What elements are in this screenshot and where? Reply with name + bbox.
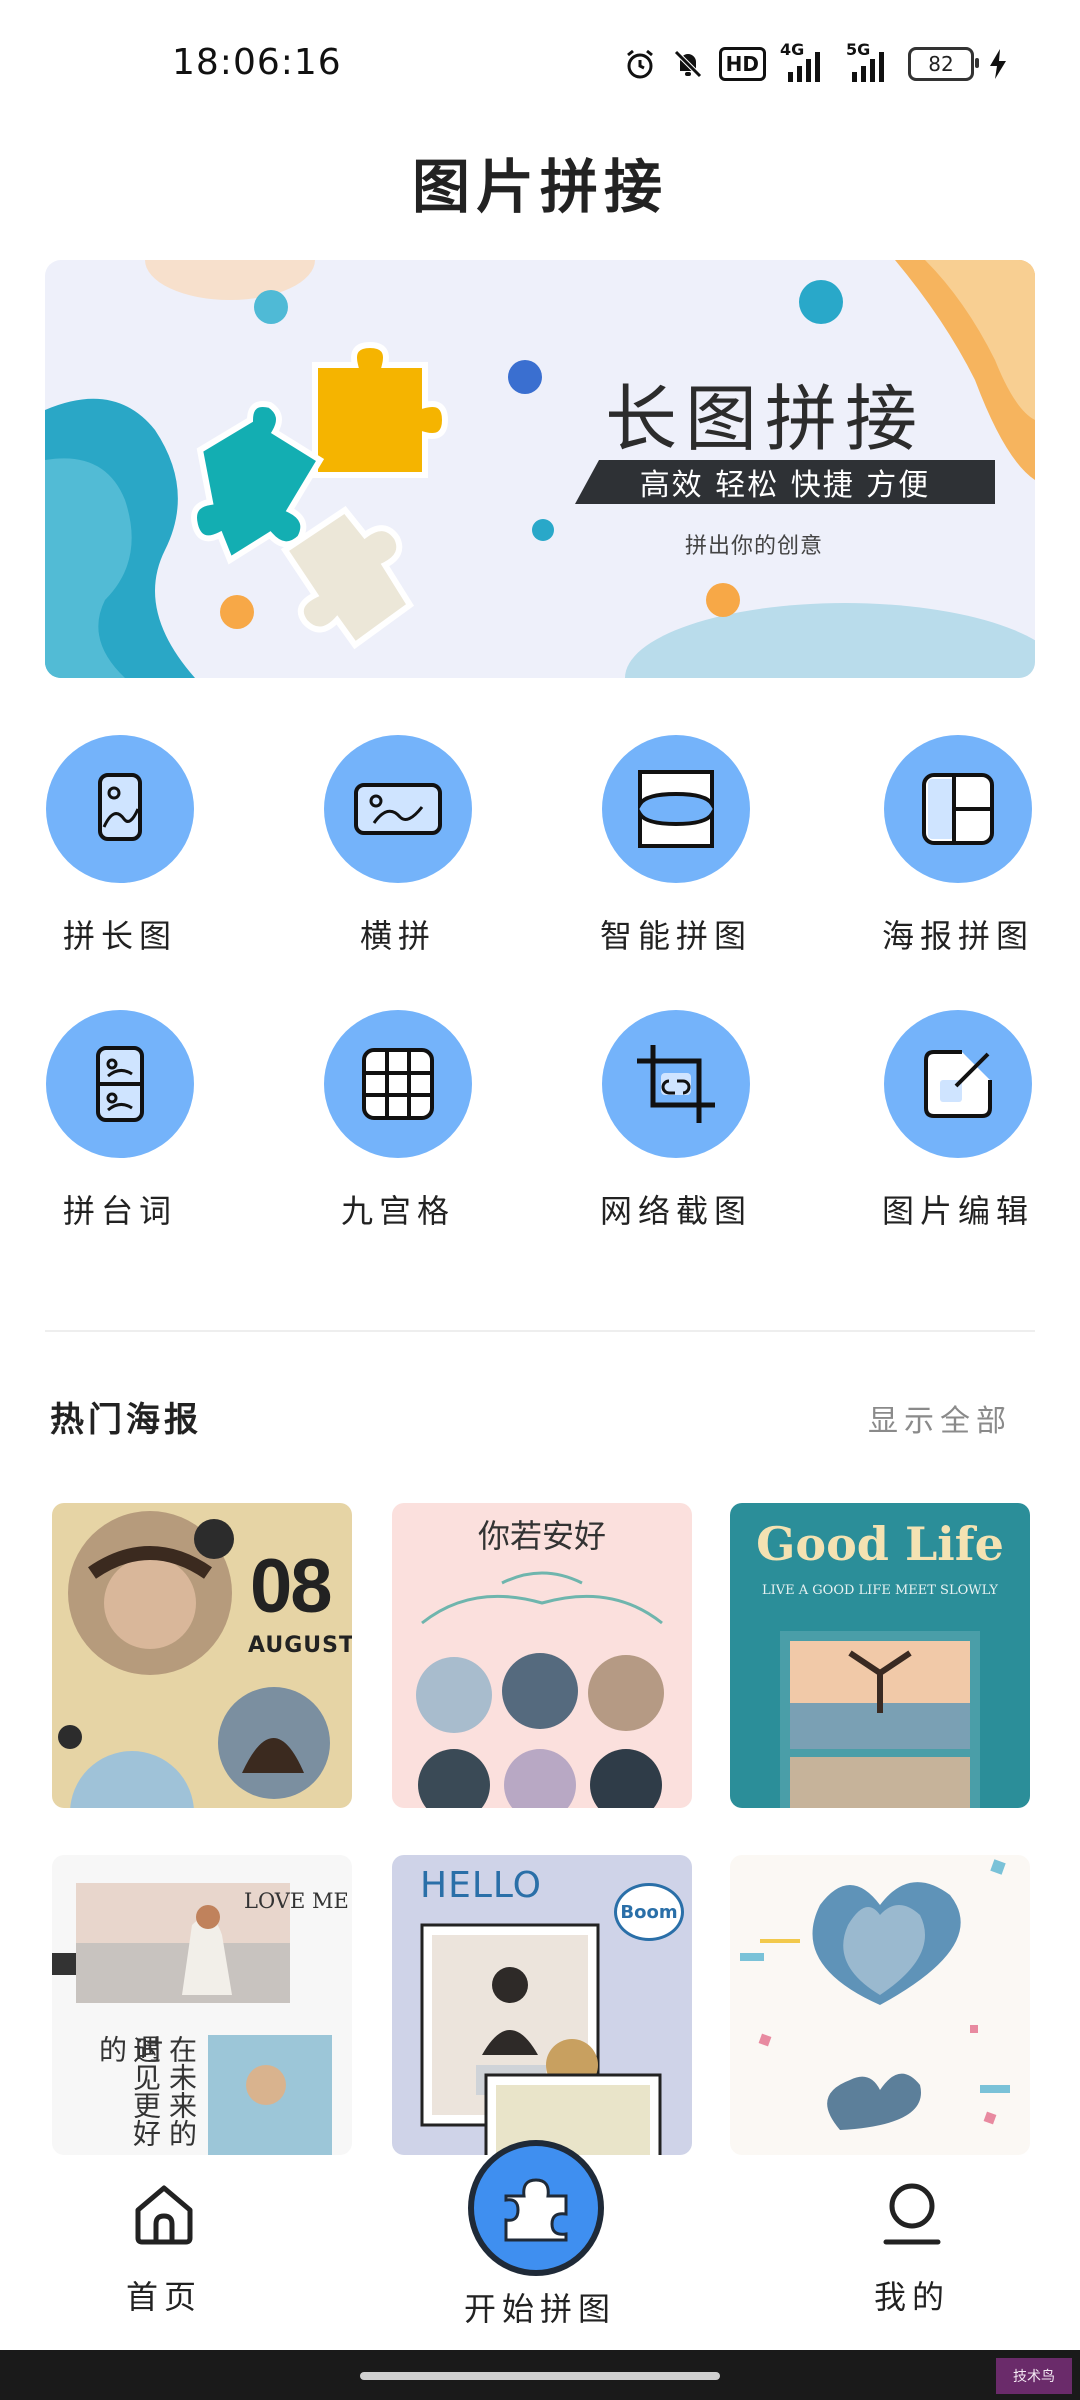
long-image-icon [46,735,194,883]
feature-web-screenshot[interactable]: 网络截图 [576,1010,776,1232]
status-time: 18:06:16 [172,42,342,83]
banner-tagline: 高效 轻松 快捷 方便 [575,460,995,504]
poster-card[interactable]: 08 AUGUST [52,1503,352,1808]
nav-home-label: 首页 [125,2278,202,2316]
poster-month: AUGUST [248,1633,352,1658]
battery-icon: 82 [908,47,979,81]
4g-label: 4G [780,40,805,59]
poster-date: 08 [250,1544,333,1629]
page-title: 图片拼接 [411,153,668,221]
poster-photo [740,1859,1010,2130]
feature-label: 海报拼图 [881,917,1034,955]
poster-photo [420,1923,662,2155]
nav-mine[interactable]: 我的 [812,2180,1012,2318]
feature-smart-collage[interactable]: 智能拼图 [576,735,776,957]
section-title: 热门海报 [50,1400,202,1440]
home-icon [135,2185,193,2245]
feature-label: 网络截图 [599,1192,752,1230]
image-edit-icon [884,1010,1032,1158]
divider [45,1330,1035,1332]
poster-title: LOVE ME [244,1889,349,1913]
web-screenshot-icon [602,1010,750,1158]
status-bar: 18:06:16 HD 4G 5G 82 [0,0,1080,120]
bottom-nav: 首页 开始拼图 我的 [0,2140,1080,2350]
watermark: 技术鸟 [996,2358,1072,2394]
nav-mine-label: 我的 [873,2278,950,2316]
mute-icon [671,47,705,81]
poster-collage-icon [884,735,1032,883]
start-collage-button[interactable] [468,2140,604,2276]
poster-card[interactable]: 你若安好 [392,1503,692,1808]
5g-signal-icon: 5G [844,40,894,84]
poster-text: 在未来的时 [131,2035,198,2147]
hd-icon: HD [718,47,766,81]
feature-label: 图片编辑 [881,1192,1034,1230]
banner[interactable]: 长图拼接 高效 轻松 快捷 方便 拼出你的创意 [45,260,1035,678]
4g-signal-icon: 4G [780,40,830,84]
nav-start[interactable]: 开始拼图 [440,2284,640,2330]
feature-label: 拼台词 [62,1192,177,1230]
5g-label: 5G [846,40,871,59]
poster-card[interactable] [730,1855,1030,2155]
status-icons: HD 4G 5G 82 [623,40,1008,88]
feature-label: 拼长图 [62,917,177,955]
puzzle-icon [504,2178,568,2242]
banner-title: 长图拼接 [605,377,926,461]
feature-nine-grid[interactable]: 九宫格 [298,1010,498,1232]
grid-icon [324,1010,472,1158]
poster-card[interactable]: LOVE ME 遇见更好的 在未来的时 [52,1855,352,2155]
feature-label: 智能拼图 [599,917,752,955]
feature-horizontal[interactable]: 横拼 [298,735,498,957]
feature-label: 九宫格 [340,1192,455,1230]
feature-subtitle-collage[interactable]: 拼台词 [20,1010,220,1232]
nav-home[interactable]: 首页 [64,2180,264,2318]
poster-photo [780,1631,980,1808]
poster-photo [416,1571,664,1808]
poster-card[interactable]: Good Life LIVE A GOOD LIFE MEET SLOWLY [730,1503,1030,1808]
show-all-link[interactable]: 显示全部 [868,1396,1012,1440]
feature-long-image[interactable]: 拼长图 [20,735,220,957]
feature-image-edit[interactable]: 图片编辑 [858,1010,1058,1232]
horizontal-image-icon [324,735,472,883]
subtitle-collage-icon [46,1010,194,1158]
charging-icon [988,47,1008,81]
alarm-icon [623,47,657,81]
hd-label: HD [725,52,759,76]
gesture-bar: 技术鸟 [0,2350,1080,2400]
nav-start-label: 开始拼图 [463,2290,616,2328]
battery-level: 82 [928,52,954,76]
smart-collage-icon [602,735,750,883]
feature-poster-collage[interactable]: 海报拼图 [858,735,1058,957]
banner-subtitle: 拼出你的创意 [685,534,824,559]
home-gesture-handle[interactable] [360,2372,720,2380]
profile-icon [883,2183,941,2245]
feature-label: 横拼 [359,917,436,955]
poster-card[interactable]: HELLO Boom [392,1855,692,2155]
